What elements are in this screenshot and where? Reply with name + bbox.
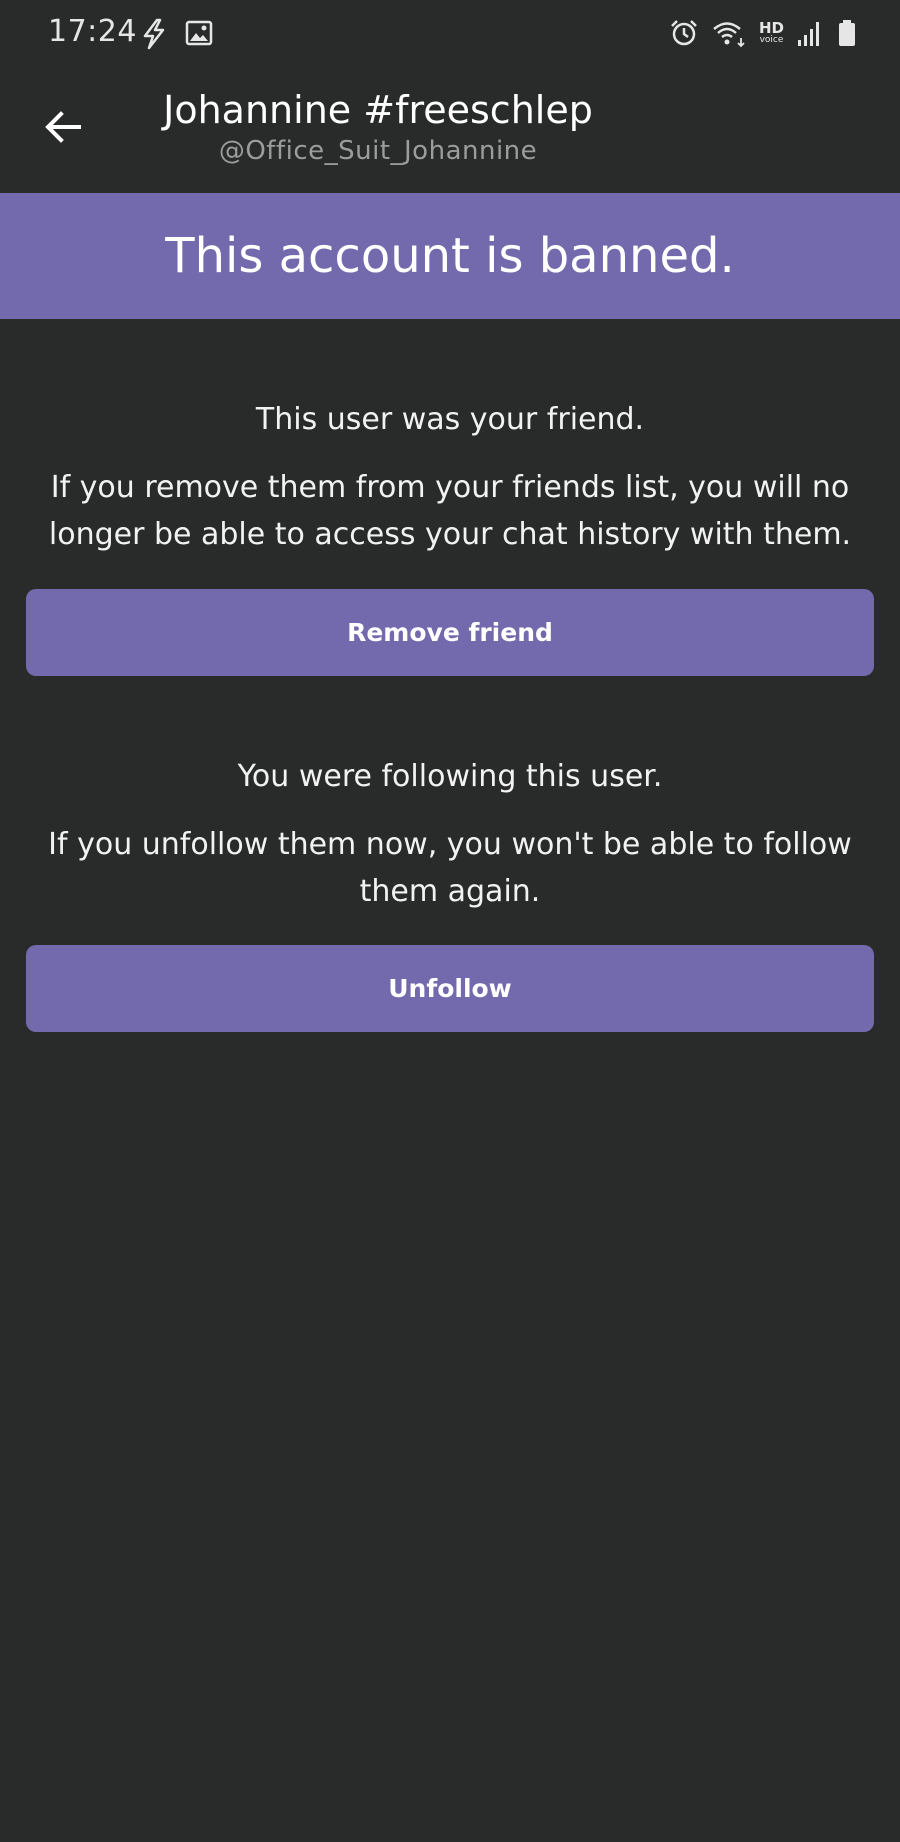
unfollow-button[interactable]: Unfollow: [26, 945, 874, 1032]
arrow-left-icon: [43, 107, 83, 151]
alarm-icon: [669, 18, 699, 48]
image-icon: [184, 18, 214, 50]
follow-section: You were following this user. If you unf…: [0, 757, 900, 915]
status-left-icons: [138, 18, 214, 50]
battery-icon: [836, 18, 858, 48]
status-bar: 17:24 HD voice: [0, 0, 900, 72]
username: @Office_Suit_Johannine: [218, 135, 538, 166]
banned-banner: This account is banned.: [0, 193, 900, 319]
follow-heading: You were following this user.: [237, 759, 663, 794]
back-button[interactable]: [28, 94, 98, 164]
banned-text: This account is banned.: [165, 228, 735, 284]
profile-title: Johannine #freeschlep @Office_Suit_Johan…: [158, 88, 598, 166]
app-bar: Johannine #freeschlep @Office_Suit_Johan…: [0, 72, 900, 193]
status-right-icons: HD voice: [669, 18, 858, 48]
friend-heading: This user was your friend.: [255, 402, 645, 437]
friend-section: This user was your friend. If you remove…: [0, 400, 900, 558]
signal-icon: [796, 18, 824, 48]
voice-label: voice: [759, 35, 784, 45]
remove-friend-button[interactable]: Remove friend: [26, 589, 874, 676]
follow-body: If you unfollow them now, you won't be a…: [48, 827, 852, 909]
flash-icon: [138, 18, 170, 50]
hd-voice-icon: HD voice: [759, 21, 784, 45]
friend-body: If you remove them from your friends lis…: [48, 470, 852, 552]
wifi-icon: [711, 18, 747, 48]
display-name: Johannine #freeschlep: [163, 88, 593, 132]
status-time: 17:24: [48, 14, 137, 49]
hd-label: HD: [758, 19, 784, 37]
